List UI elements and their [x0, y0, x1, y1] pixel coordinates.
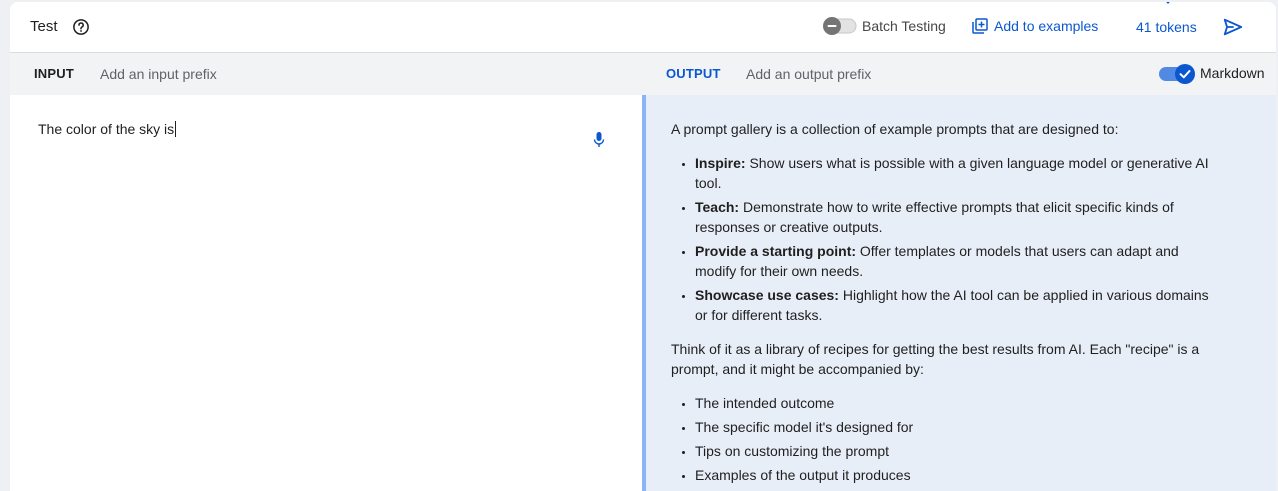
markdown-label: Markdown [1200, 65, 1265, 81]
microphone-icon[interactable] [592, 131, 606, 149]
output-column-label: OUTPUT [666, 66, 721, 81]
list-item-text: Show users what is possible with a given… [695, 155, 1209, 191]
input-column-label: INPUT [34, 66, 74, 81]
send-icon[interactable] [1222, 16, 1244, 38]
input-text-value: The color of the sky is [38, 121, 175, 137]
list-item: Teach: Demonstrate how to write effectiv… [695, 197, 1211, 237]
output-paragraph: Think of it as a library of recipes for … [671, 341, 1200, 377]
list-item: Provide a starting point: Offer template… [695, 241, 1211, 281]
output-pane: A prompt gallery is a collection of exam… [642, 95, 1276, 491]
add-box-icon [972, 18, 988, 34]
goals-list: Inspire: Show users what is possible wit… [671, 153, 1211, 325]
test-panel: Test Batch Testing Add to examples 41 to… [10, 2, 1276, 491]
list-item-term: Provide a starting point: [695, 243, 857, 259]
markdown-toggle[interactable] [1158, 63, 1198, 85]
list-item: Tips on customizing the prompt [695, 441, 1211, 461]
accompaniments-list: The intended outcome The specific model … [671, 393, 1211, 485]
list-item-text: Demonstrate how to write effective promp… [695, 199, 1174, 235]
list-item: Showcase use cases: Highlight how the AI… [695, 285, 1211, 325]
output-intro: A prompt gallery is a collection of exam… [671, 121, 1119, 137]
text-caret [175, 121, 177, 137]
list-item-term: Showcase use cases: [695, 287, 839, 303]
input-pane[interactable]: The color of the sky is [10, 95, 642, 491]
input-textarea[interactable]: The color of the sky is [38, 121, 177, 137]
list-item: Examples of the output it produces [695, 465, 1211, 485]
list-item-term: Teach: [695, 199, 740, 215]
prefix-bar: INPUT Add an input prefix OUTPUT Add an … [10, 52, 1276, 96]
input-prefix-field[interactable]: Add an input prefix [100, 66, 217, 82]
add-to-examples-label: Add to examples [994, 18, 1099, 34]
list-item: Inspire: Show users what is possible wit… [695, 153, 1211, 193]
add-to-examples-button[interactable]: Add to examples [972, 18, 1098, 34]
token-count[interactable]: 41 tokens [1136, 19, 1197, 35]
list-item: The specific model it's designed for [695, 417, 1211, 437]
help-icon[interactable] [72, 18, 90, 36]
batch-testing-label: Batch Testing [862, 18, 946, 34]
header: Test Batch Testing Add to examples 41 to… [10, 2, 1276, 52]
output-prefix-field[interactable]: Add an output prefix [746, 66, 871, 82]
batch-testing-toggle[interactable] [822, 16, 858, 36]
model-output: A prompt gallery is a collection of exam… [671, 119, 1211, 491]
tokens-caret-icon [1161, 2, 1175, 4]
list-item-term: Inspire: [695, 155, 746, 171]
panel-title: Test [30, 18, 58, 35]
list-item: The intended outcome [695, 393, 1211, 413]
